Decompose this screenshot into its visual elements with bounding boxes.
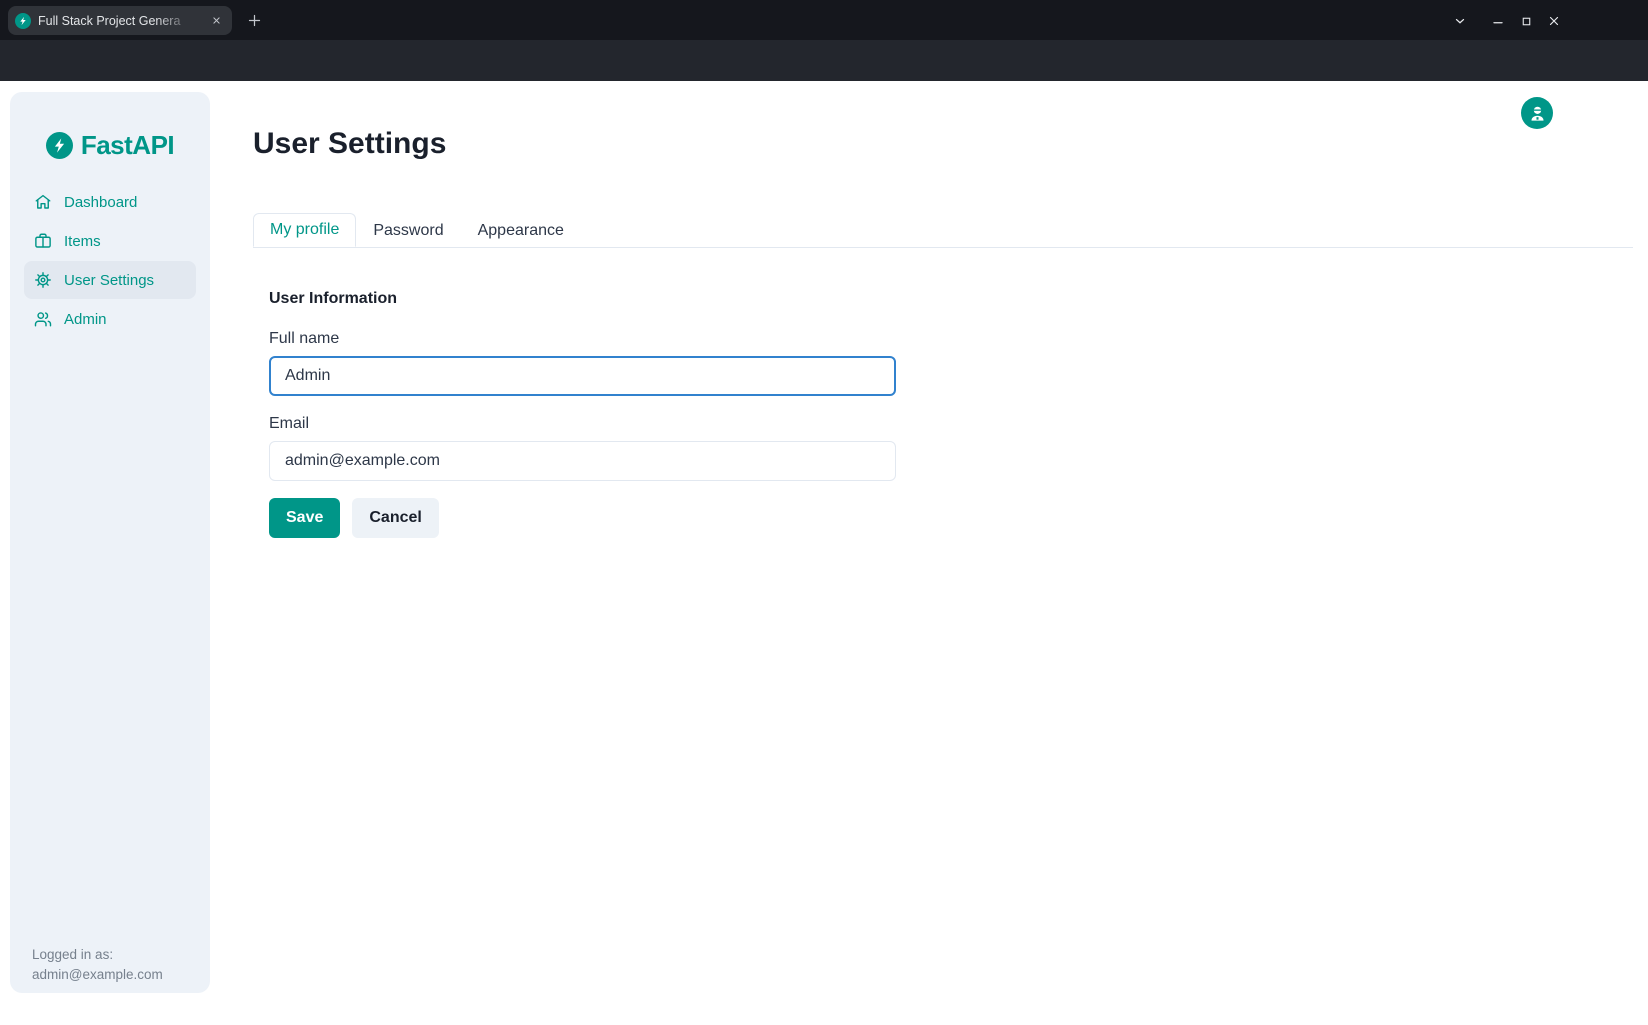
logo-text: FastAPI <box>81 130 174 161</box>
form-actions: Save Cancel <box>269 498 1633 538</box>
sidebar-item-label: Items <box>64 233 101 250</box>
browser-toolbar: i localhost/settings 1 <box>0 40 1648 81</box>
sidebar-item-admin[interactable]: Admin <box>24 300 196 338</box>
email-input[interactable] <box>269 441 896 481</box>
fastapi-logo[interactable]: FastAPI <box>10 130 210 161</box>
section-title: User Information <box>269 287 1633 311</box>
sidebar-item-dashboard[interactable]: Dashboard <box>24 183 196 221</box>
window-close-button[interactable] <box>1544 11 1564 31</box>
sidebar-item-label: User Settings <box>64 272 154 289</box>
users-icon <box>34 310 52 328</box>
full-name-label: Full name <box>269 327 1633 351</box>
browser-titlebar: Full Stack Project Genera <box>0 0 1648 40</box>
logged-in-email: admin@example.com <box>32 965 163 985</box>
tab-appearance[interactable]: Appearance <box>461 213 581 247</box>
sidebar-item-items[interactable]: Items <box>24 222 196 260</box>
sidebar-nav: Dashboard Items User Settings Admin <box>10 183 210 338</box>
home-icon <box>34 193 52 211</box>
page-title: User Settings <box>253 128 1633 160</box>
tab-password[interactable]: Password <box>356 213 460 247</box>
fastapi-bolt-icon <box>46 132 73 159</box>
cancel-button[interactable]: Cancel <box>352 498 438 538</box>
new-tab-button[interactable] <box>243 9 265 31</box>
main-content: User Settings My profile Password Appear… <box>253 81 1633 538</box>
window-minimize-button[interactable] <box>1488 11 1508 31</box>
email-label: Email <box>269 412 1633 436</box>
tab-list: My profile Password Appearance <box>253 213 1633 248</box>
page-content: FastAPI Dashboard Items User Settings Ad… <box>0 81 1648 1025</box>
window-maximize-button[interactable] <box>1516 11 1536 31</box>
sidebar-item-user-settings[interactable]: User Settings <box>24 261 196 299</box>
sidebar-item-label: Admin <box>64 311 107 328</box>
tab-close-icon[interactable] <box>207 12 225 30</box>
save-button[interactable]: Save <box>269 498 340 538</box>
tab-my-profile[interactable]: My profile <box>253 213 356 247</box>
logged-in-label: Logged in as: <box>32 945 163 965</box>
sidebar-item-label: Dashboard <box>64 194 137 211</box>
browser-tab[interactable]: Full Stack Project Genera <box>8 6 232 35</box>
browser-tab-title: Full Stack Project Genera <box>38 14 200 28</box>
briefcase-icon <box>34 232 52 250</box>
gear-icon <box>34 271 52 289</box>
tab-search-chevron-icon[interactable] <box>1450 11 1470 31</box>
profile-tab-panel: User Information Full name Email Save Ca… <box>253 248 1633 538</box>
fastapi-favicon-icon <box>15 13 31 29</box>
logged-in-info: Logged in as: admin@example.com <box>32 945 163 985</box>
sidebar: FastAPI Dashboard Items User Settings Ad… <box>10 92 210 993</box>
full-name-input[interactable] <box>269 356 896 396</box>
